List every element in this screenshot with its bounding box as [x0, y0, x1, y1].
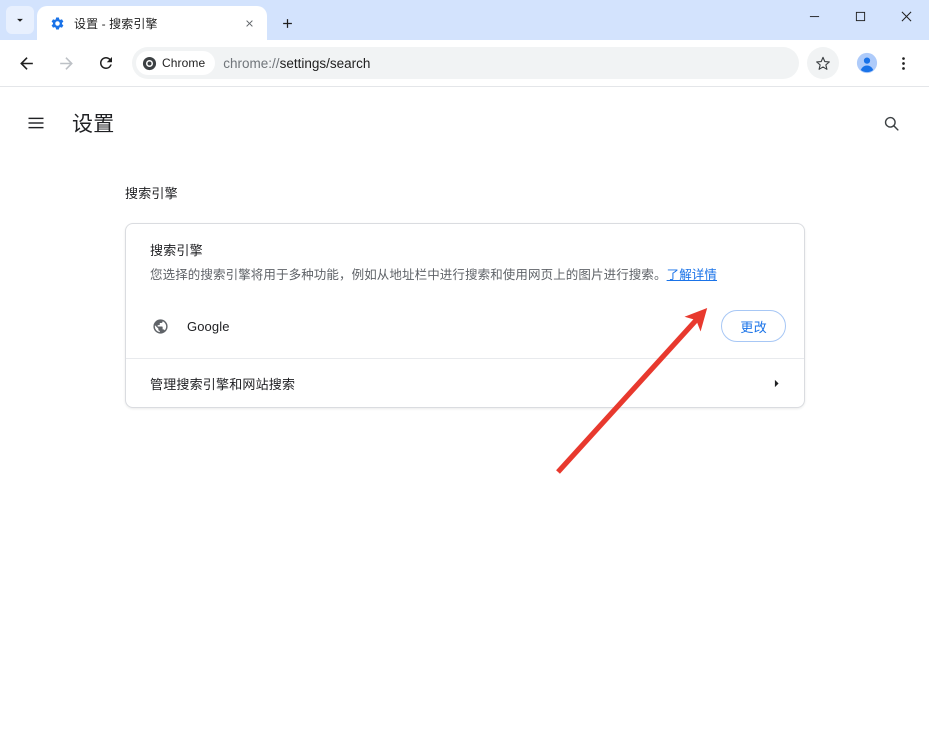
tab-strip: 设置 - 搜索引擎 — [0, 0, 929, 40]
back-button[interactable] — [9, 46, 43, 80]
settings-page: 设置 搜索引擎 搜索引擎 您选择的搜索引擎将用于多种功能，例如从地址栏中进行搜索… — [0, 87, 929, 732]
settings-search-button[interactable] — [873, 105, 909, 141]
address-bar[interactable]: Chrome chrome://settings/search — [132, 47, 799, 79]
change-button[interactable]: 更改 — [721, 310, 786, 342]
minimize-icon — [809, 11, 820, 22]
profile-avatar-button[interactable] — [851, 47, 883, 79]
browser-window: 设置 - 搜索引擎 — [0, 0, 929, 732]
hamburger-menu-icon — [26, 113, 46, 133]
card-heading: 搜索引擎 — [150, 240, 780, 259]
maximize-icon — [855, 11, 866, 22]
card-description-block: 搜索引擎 您选择的搜索引擎将用于多种功能，例如从地址栏中进行搜索和使用网页上的图… — [126, 224, 804, 302]
tab-search-button[interactable] — [6, 6, 34, 34]
tab-settings[interactable]: 设置 - 搜索引擎 — [37, 6, 267, 40]
new-tab-button[interactable] — [273, 9, 301, 37]
forward-button[interactable] — [49, 46, 83, 80]
three-dots-vertical-icon — [895, 55, 912, 72]
manage-search-engines-row[interactable]: 管理搜索引擎和网站搜索 — [126, 359, 804, 407]
settings-header: 设置 — [0, 95, 929, 151]
window-close-button[interactable] — [883, 0, 929, 32]
avatar-icon — [856, 52, 878, 74]
chevron-right-icon — [768, 375, 784, 391]
tabs-container: 设置 - 搜索引擎 — [37, 0, 791, 40]
window-maximize-button[interactable] — [837, 0, 883, 32]
current-engine-row: Google 更改 — [126, 302, 804, 358]
tab-title: 设置 - 搜索引擎 — [74, 15, 235, 32]
chrome-chip-label: Chrome — [162, 56, 205, 70]
plus-icon — [280, 16, 295, 31]
star-icon — [814, 54, 832, 72]
url-scheme: chrome:// — [223, 56, 279, 71]
url-text[interactable]: chrome://settings/search — [223, 56, 793, 71]
section-label: 搜索引擎 — [125, 183, 929, 202]
learn-more-link[interactable]: 了解详情 — [667, 268, 717, 282]
globe-icon — [150, 316, 170, 336]
tab-close-icon[interactable] — [239, 13, 259, 33]
reload-icon — [97, 54, 115, 72]
browser-toolbar: Chrome chrome://settings/search — [0, 40, 929, 87]
gear-icon — [49, 15, 65, 31]
window-controls — [791, 0, 929, 40]
search-engine-card: 搜索引擎 您选择的搜索引擎将用于多种功能，例如从地址栏中进行搜索和使用网页上的图… — [125, 223, 805, 408]
settings-menu-button[interactable] — [18, 105, 54, 141]
reload-button[interactable] — [89, 46, 123, 80]
engine-name: Google — [187, 319, 721, 334]
manage-search-engines-label: 管理搜索引擎和网站搜索 — [150, 374, 768, 393]
close-icon — [901, 11, 912, 22]
bookmark-star-button[interactable] — [807, 47, 839, 79]
card-description-text: 您选择的搜索引擎将用于多种功能，例如从地址栏中进行搜索和使用网页上的图片进行搜索… — [150, 268, 667, 282]
chrome-origin-chip[interactable]: Chrome — [136, 51, 215, 75]
page-title: 设置 — [72, 108, 115, 138]
arrow-left-icon — [17, 54, 36, 73]
window-minimize-button[interactable] — [791, 0, 837, 32]
url-path: settings/search — [280, 56, 371, 71]
arrow-right-icon — [57, 54, 76, 73]
card-description: 您选择的搜索引擎将用于多种功能，例如从地址栏中进行搜索和使用网页上的图片进行搜索… — [150, 266, 780, 284]
settings-content: 搜索引擎 搜索引擎 您选择的搜索引擎将用于多种功能，例如从地址栏中进行搜索和使用… — [0, 151, 929, 408]
search-icon — [882, 114, 901, 133]
chevron-down-icon — [13, 13, 27, 27]
chrome-logo-icon — [142, 56, 157, 71]
browser-menu-button[interactable] — [887, 47, 919, 79]
